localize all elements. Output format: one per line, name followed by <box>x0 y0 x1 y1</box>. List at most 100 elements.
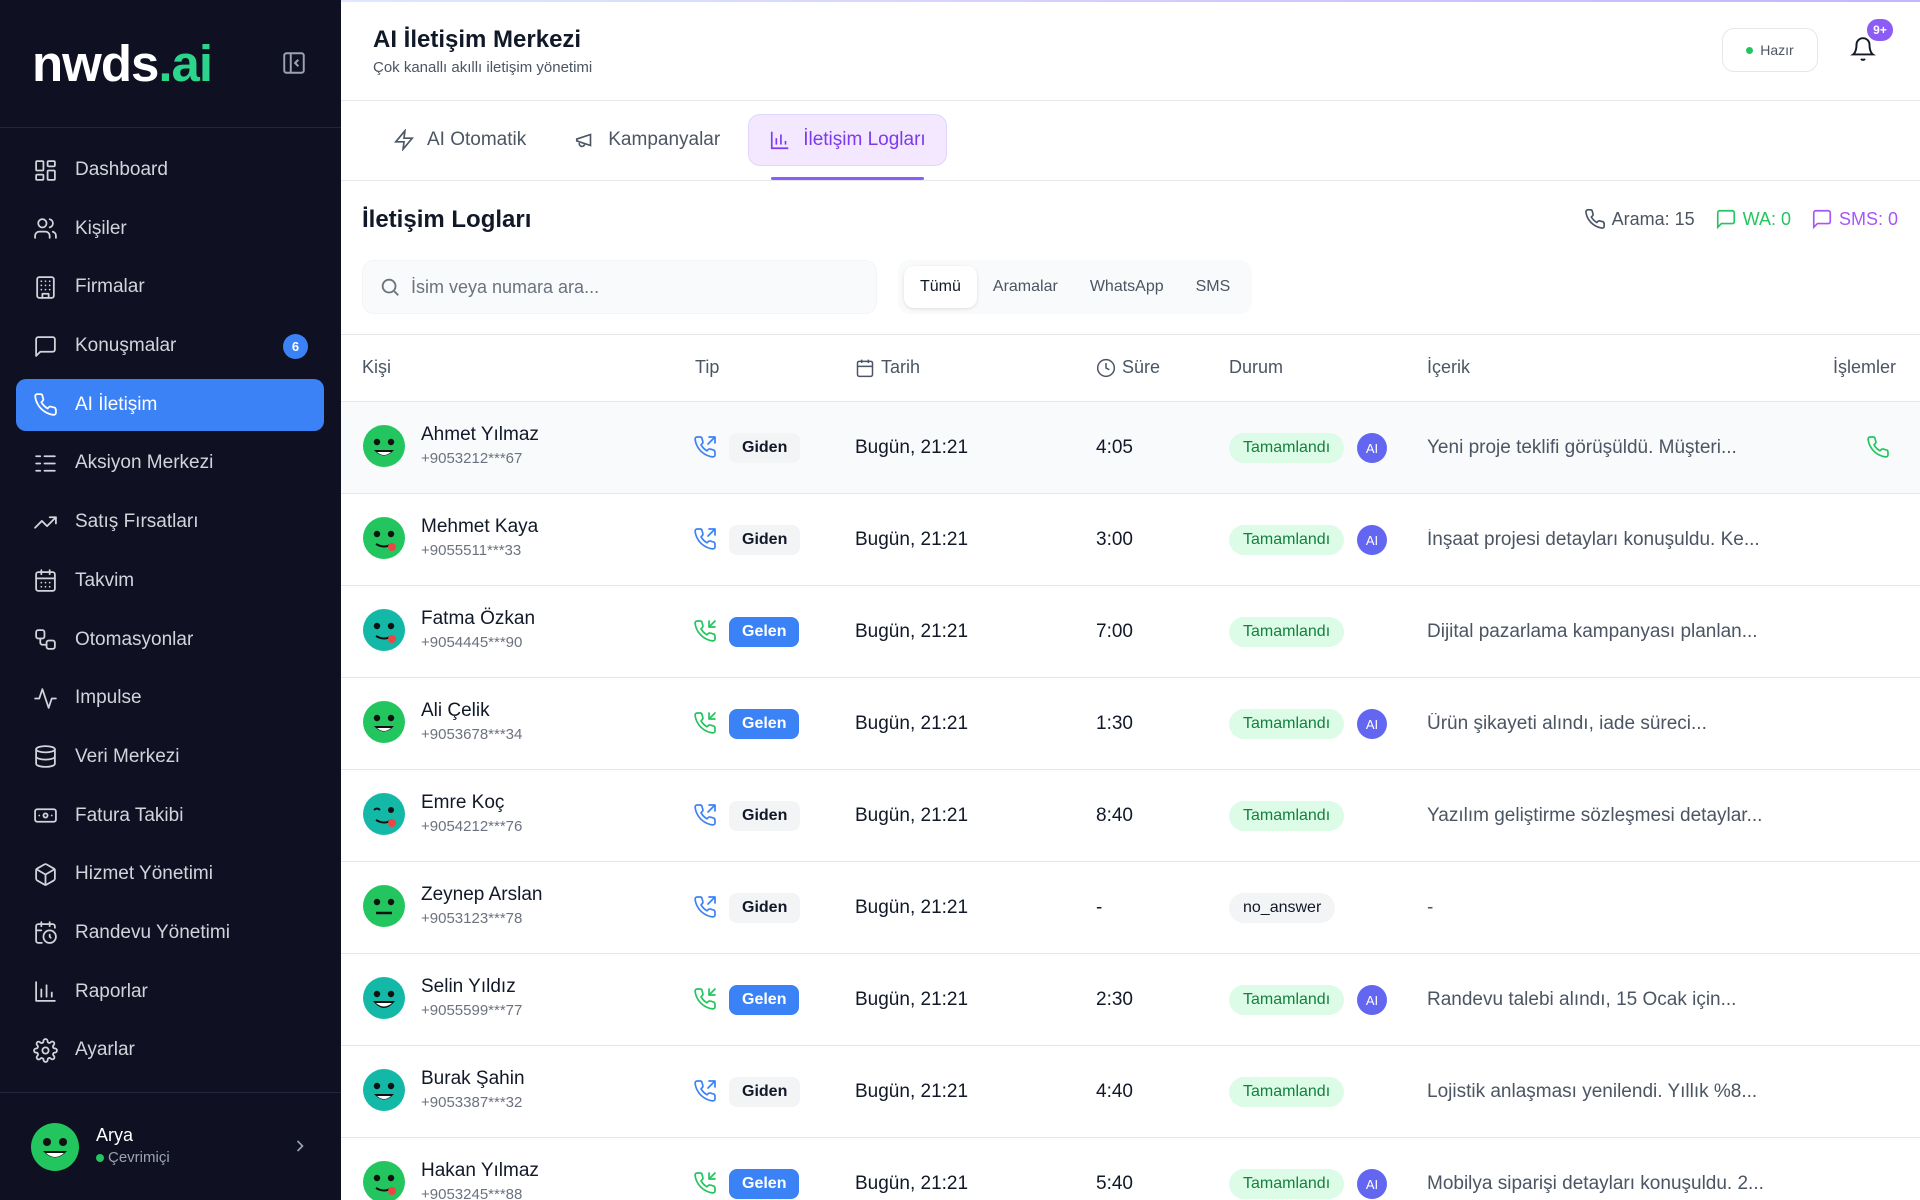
sidebar-item-label: Satış Fırsatları <box>75 511 199 533</box>
incoming-call-icon <box>694 620 716 642</box>
avatar <box>362 1068 406 1112</box>
table-row[interactable]: Ahmet Yılmaz +9053212***67 Giden Bugün, 21:… <box>341 402 1920 494</box>
avatar <box>31 1123 79 1171</box>
table-header: Kişi Tip Tarih Süre Durum İçerik İşlemle… <box>341 335 1920 401</box>
table-row[interactable]: Zeynep Arslan +9053123***78 Giden Bugün, 21… <box>341 862 1920 954</box>
contact-name: Ahmet Yılmaz <box>421 424 539 445</box>
sidebar: nwds.ai Dashboard Kişiler Firmalar Konuşmal… <box>0 0 341 1200</box>
sidebar-item-label: Impulse <box>75 687 142 709</box>
status-dot <box>1746 46 1754 54</box>
table-row[interactable]: Burak Şahin +9053387***32 Giden Bugün, 21:2… <box>341 1046 1920 1138</box>
notification-badge: 9+ <box>1865 17 1895 43</box>
avatar <box>362 1160 406 1200</box>
bar-chart-icon <box>771 131 789 150</box>
sidebar-item-label: Ayarlar <box>75 1039 135 1061</box>
sidebar-item-package[interactable]: Hizmet Yönetimi <box>16 848 324 900</box>
sidebar-item-label: Kişiler <box>75 217 127 239</box>
sidebar-item-bar-chart[interactable]: Raporlar <box>16 966 324 1018</box>
phone-icon <box>32 392 58 418</box>
contact-phone: +9053123***78 <box>421 910 523 927</box>
contact-name: Ali Çelik <box>421 700 490 721</box>
chat-icon <box>32 333 58 359</box>
sidebar-item-list-check[interactable]: Aksiyon Merkezi <box>16 437 324 489</box>
sidebar-item-label: Raporlar <box>75 980 148 1002</box>
avatar <box>362 424 406 468</box>
page-title: AI İletişim Merkezi <box>373 26 582 53</box>
filter-whatsapp[interactable]: WhatsApp <box>1074 266 1180 308</box>
whatsapp-count: WA: 0 <box>1715 208 1791 230</box>
contact-name: Zeynep Arslan <box>421 884 543 905</box>
brand-logo[interactable]: nwds.ai <box>32 34 213 93</box>
gear-icon <box>32 1037 58 1063</box>
direction-badge: Gelen <box>729 1169 800 1199</box>
sidebar-item-activity[interactable]: Impulse <box>16 672 324 724</box>
sidebar-item-users[interactable]: Kişiler <box>16 203 324 255</box>
sidebar-item-calendar-clock[interactable]: Randevu Yönetimi <box>16 907 324 959</box>
search-input[interactable] <box>411 276 851 298</box>
sidebar-item-label: Dashboard <box>75 159 168 180</box>
tab-campaigns[interactable]: Kampanyalar <box>554 114 740 166</box>
table-row[interactable]: Hakan Yılmaz +9053245***88 Gelen Bugün, 21:… <box>341 1138 1920 1200</box>
table-row[interactable]: Selin Yıldız +9055599***77 Gelen Bugün, 21:… <box>341 954 1920 1046</box>
ai-badge: AI <box>1357 433 1387 463</box>
megaphone-icon <box>576 133 592 148</box>
sidebar-item-label: Randevu Yönetimi <box>75 921 230 943</box>
filter-calls[interactable]: Aramalar <box>977 266 1074 308</box>
sidebar-item-dashboard[interactable]: Dashboard <box>16 144 324 196</box>
call-date: Bugün, 21:21 <box>855 621 969 642</box>
sidebar-item-chat[interactable]: Konuşmalar 6 <box>16 320 324 372</box>
table-row[interactable]: Mehmet Kaya +9055511***33 Giden Bugün, 21:2… <box>341 494 1920 586</box>
sidebar-item-invoice[interactable]: Fatura Takibi <box>16 790 324 842</box>
call-date: Bugün, 21:21 <box>855 805 969 826</box>
sidebar-item-trending-up[interactable]: Satış Fırsatları <box>16 496 324 548</box>
user-profile[interactable]: Arya Çevrimiçi <box>30 1120 310 1172</box>
outgoing-call-icon <box>694 528 716 550</box>
building-icon <box>32 274 58 300</box>
ai-badge: AI <box>1357 1169 1387 1199</box>
tab-ai-automatic[interactable]: AI Otomatik <box>373 114 546 166</box>
col-date: Tarih <box>855 357 920 378</box>
table-row[interactable]: Emre Koç +9054212***76 Giden Bugün, 21:21 8:… <box>341 770 1920 862</box>
outgoing-call-icon <box>694 804 716 826</box>
sidebar-item-label: Hizmet Yönetimi <box>75 863 213 885</box>
sidebar-item-building[interactable]: Firmalar <box>16 261 324 313</box>
table-row[interactable]: Ali Çelik +9053678***34 Gelen Bugün, 21:21 1… <box>341 678 1920 770</box>
search-box[interactable] <box>362 260 877 314</box>
unread-badge: 6 <box>283 334 308 360</box>
calendar-clock-icon <box>32 920 58 946</box>
call-duration: - <box>1096 897 1103 918</box>
call-duration: 4:05 <box>1096 437 1133 458</box>
sidebar-item-label: Aksiyon Merkezi <box>75 452 214 474</box>
contact-name: Burak Şahin <box>421 1068 525 1089</box>
filter-sms[interactable]: SMS <box>1180 266 1247 308</box>
call-summary: Ürün şikayeti alındı, iade süreci... <box>1427 713 1707 734</box>
activity-icon <box>32 685 58 711</box>
status-badge: Tamamlandı <box>1229 1169 1345 1199</box>
call-summary: - <box>1427 897 1434 918</box>
dashboard-icon <box>32 157 58 183</box>
call-date: Bugün, 21:21 <box>855 529 969 550</box>
outgoing-call-icon <box>694 1080 716 1102</box>
users-icon <box>32 216 58 242</box>
sidebar-item-gear[interactable]: Ayarlar <box>16 1024 324 1076</box>
call-back-icon[interactable] <box>1866 435 1890 459</box>
tabs-divider <box>341 180 1920 181</box>
sidebar-item-workflow[interactable]: Otomasyonlar <box>16 614 324 666</box>
table-row[interactable]: Fatma Özkan +9054445***90 Gelen Bugün, 21:2… <box>341 586 1920 678</box>
phone-icon <box>1584 209 1605 229</box>
tab-communication-logs[interactable]: İletişim Logları <box>748 114 947 180</box>
sidebar-item-label: Konuşmalar <box>75 335 177 357</box>
call-duration: 1:30 <box>1096 713 1133 734</box>
sidebar-item-calendar[interactable]: Takvim <box>16 555 324 607</box>
status-badge: Hazır <box>1722 28 1818 72</box>
sidebar-item-phone[interactable]: AI İletişim <box>16 378 324 431</box>
call-date: Bugün, 21:21 <box>855 1081 969 1102</box>
contact-name: Mehmet Kaya <box>421 516 539 537</box>
ai-badge: AI <box>1357 709 1387 739</box>
filter-all[interactable]: Tümü <box>904 266 977 308</box>
invoice-icon <box>32 803 58 829</box>
sidebar-item-database[interactable]: Veri Merkezi <box>16 731 324 783</box>
sidebar-collapse-icon[interactable] <box>281 50 307 76</box>
bar-chart-icon <box>32 979 58 1005</box>
direction-badge: Giden <box>729 1077 801 1107</box>
